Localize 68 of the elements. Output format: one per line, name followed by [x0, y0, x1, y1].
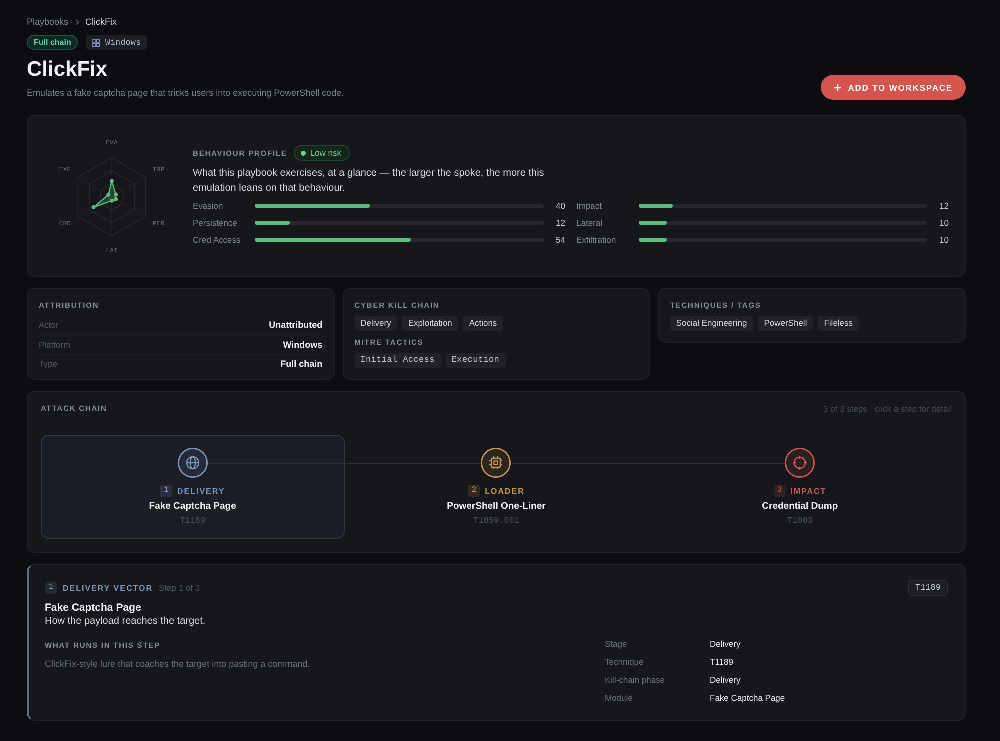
step-number: 1	[160, 485, 172, 497]
platform-label: Windows	[105, 38, 142, 48]
technique-code: T1003	[787, 516, 813, 526]
breadcrumb-link[interactable]: ClickFix	[86, 16, 118, 28]
step-number: 1	[45, 582, 57, 594]
attribute-value: Full chain	[280, 359, 323, 370]
fact-label: Technique	[605, 657, 645, 667]
plus-icon	[834, 84, 842, 92]
radar-shape	[92, 179, 118, 210]
technique-tag: Fileless	[818, 316, 860, 331]
step-heading: DELIVERY VECTOR	[63, 584, 153, 592]
metric-label: Evasion	[193, 200, 224, 210]
metric-value: 12	[938, 200, 949, 210]
metric-value: 10	[938, 234, 949, 244]
metric-value: 12	[555, 218, 566, 228]
detail-description: ClickFix-style lure that coaches the target into pasting a command.	[45, 658, 312, 670]
step-number: 3	[774, 485, 786, 497]
fact-value: Delivery	[710, 675, 742, 685]
metric-label: Lateral	[576, 218, 604, 228]
behaviour-description: What this playbook exercises, at a glance — the larger the spoke, the more this emulation leans on that behaviour.	[193, 167, 545, 196]
tactic-tag: Initial Access	[354, 353, 441, 368]
detail-title: Fake Captcha Page	[45, 601, 142, 615]
windows-icon	[92, 38, 100, 46]
step-title: Credential Dump	[762, 501, 838, 512]
kill-chain-phase-tag: Actions	[463, 316, 504, 331]
kill-chain-phase-tag: Delivery	[354, 316, 398, 331]
breadcrumb-link[interactable]: Playbooks	[27, 16, 69, 28]
technique-code-tag: T1189	[908, 580, 948, 596]
detail-summary: How the payload reaches the target.	[45, 615, 207, 628]
fact-label: Stage	[605, 639, 628, 649]
attribute-label: Actor	[39, 320, 59, 330]
metric-value: 40	[555, 200, 566, 210]
metric-label: Cred Access	[193, 234, 242, 244]
status-dot-icon	[301, 150, 306, 156]
step-number: 2	[468, 485, 480, 497]
fact-label: Module	[605, 693, 634, 703]
attribute-label: Platform	[39, 340, 71, 350]
step-stage: IMPACT	[790, 486, 827, 496]
technique-tag: PowerShell	[758, 316, 814, 331]
kill-chain-phase-tag: Exploitation	[402, 316, 458, 331]
metric-value: 10	[938, 218, 949, 228]
technique-tag: Social Engineering	[670, 316, 754, 331]
technique-code: T1059.001	[474, 516, 520, 526]
step-counter: Step 1 of 3	[158, 583, 200, 593]
step-stage: DELIVERY	[177, 486, 226, 496]
attribute-label: Type	[39, 359, 58, 370]
attack-step[interactable]: 3 IMPACT Credential Dump T1003	[648, 435, 952, 539]
chevron-icon	[74, 18, 80, 26]
step-stage: LOADER	[485, 486, 525, 496]
risk-label: Low risk	[310, 148, 342, 158]
attribute-value: Windows	[283, 340, 323, 350]
metric-label: Exfiltration	[576, 234, 618, 244]
fact-label: Kill-chain phase	[605, 675, 666, 685]
metric-label: Persistence	[193, 218, 238, 228]
add-to-workspace-button[interactable]: ADD TO WORKSPACE	[821, 75, 966, 100]
metric-value: 54	[555, 234, 566, 244]
tactic-tag: Execution	[446, 353, 506, 368]
page-subtitle: Emulates a fake captcha page that tricks users into executing PowerShell code.	[27, 87, 344, 99]
metric-label: Impact	[576, 200, 604, 210]
page-title: ClickFix	[27, 58, 109, 82]
step-title: Fake Captcha Page	[149, 501, 236, 512]
attribute-value: Unattributed	[269, 320, 323, 330]
fact-value: Fake Captcha Page	[710, 693, 786, 703]
fact-value: Delivery	[710, 639, 742, 649]
step-title: PowerShell One-Liner	[447, 501, 546, 512]
fact-value: T1189	[710, 657, 734, 667]
attack-step[interactable]: 2 LOADER PowerShell One-Liner T1059.001	[344, 435, 648, 539]
chain-type-tag: Full chain	[27, 35, 78, 50]
